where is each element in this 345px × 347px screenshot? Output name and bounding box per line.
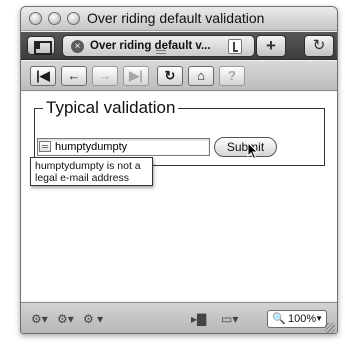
- magnifier-icon: 🔍: [272, 313, 286, 325]
- site-icon: [228, 39, 242, 54]
- navigation-toolbar: |◀ ← → ▶| ↻ ⌂ ?: [21, 61, 337, 91]
- title-bar: Over riding default validation: [21, 7, 337, 31]
- media-icon[interactable]: ▸▇: [191, 312, 206, 326]
- zoom-control[interactable]: 🔍 100% ▼: [267, 310, 327, 328]
- status-bar: ⚙▾ ⚙▾ ⚙ ▾ ▸▇ ▭▾ 🔍 100% ▼: [21, 302, 337, 333]
- sidebar-toggle-button[interactable]: [27, 36, 55, 55]
- tab-close-icon[interactable]: ×: [71, 40, 84, 53]
- help-button[interactable]: ?: [219, 66, 245, 86]
- zoom-value: 100%: [288, 313, 317, 325]
- fieldset-legend: Typical validation: [46, 98, 176, 117]
- tab-bar: × Over riding default v... + ↻: [21, 32, 337, 60]
- email-input[interactable]: [37, 138, 210, 156]
- script-menu-icon[interactable]: ⚙▾: [31, 312, 48, 326]
- tab-grip-icon[interactable]: [156, 50, 166, 54]
- new-tab-button[interactable]: +: [256, 35, 286, 57]
- zoom-window-icon[interactable]: [67, 12, 80, 25]
- home-button[interactable]: ⌂: [188, 66, 214, 86]
- validation-tooltip: humptydumpty is not a legal e-mail addre…: [30, 157, 153, 186]
- browser-window: Over riding default validation × Over ri…: [20, 6, 338, 334]
- forward-button[interactable]: →: [92, 66, 118, 86]
- settings-menu-icon[interactable]: ⚙ ▾: [83, 312, 103, 326]
- developer-menu-icon[interactable]: ⚙▾: [57, 312, 74, 326]
- close-window-icon[interactable]: [29, 12, 42, 25]
- display-menu-icon[interactable]: ▭▾: [221, 312, 238, 326]
- last-page-button[interactable]: ▶|: [123, 66, 149, 86]
- minimize-window-icon[interactable]: [48, 12, 61, 25]
- reload-button[interactable]: ↻: [157, 66, 183, 86]
- window-title: Over riding default validation: [87, 10, 265, 26]
- field-badge-icon: [39, 141, 51, 152]
- submit-button[interactable]: Submit: [214, 137, 277, 157]
- tab-active[interactable]: × Over riding default v...: [62, 35, 255, 57]
- resize-grip-icon[interactable]: [325, 323, 335, 333]
- back-button[interactable]: ←: [61, 66, 87, 86]
- page-content: Typical validation Submit humptydumpty i…: [21, 92, 337, 301]
- chevron-down-icon[interactable]: ▼: [315, 311, 323, 327]
- first-page-button[interactable]: |◀: [30, 66, 56, 86]
- history-button[interactable]: ↻: [304, 35, 334, 57]
